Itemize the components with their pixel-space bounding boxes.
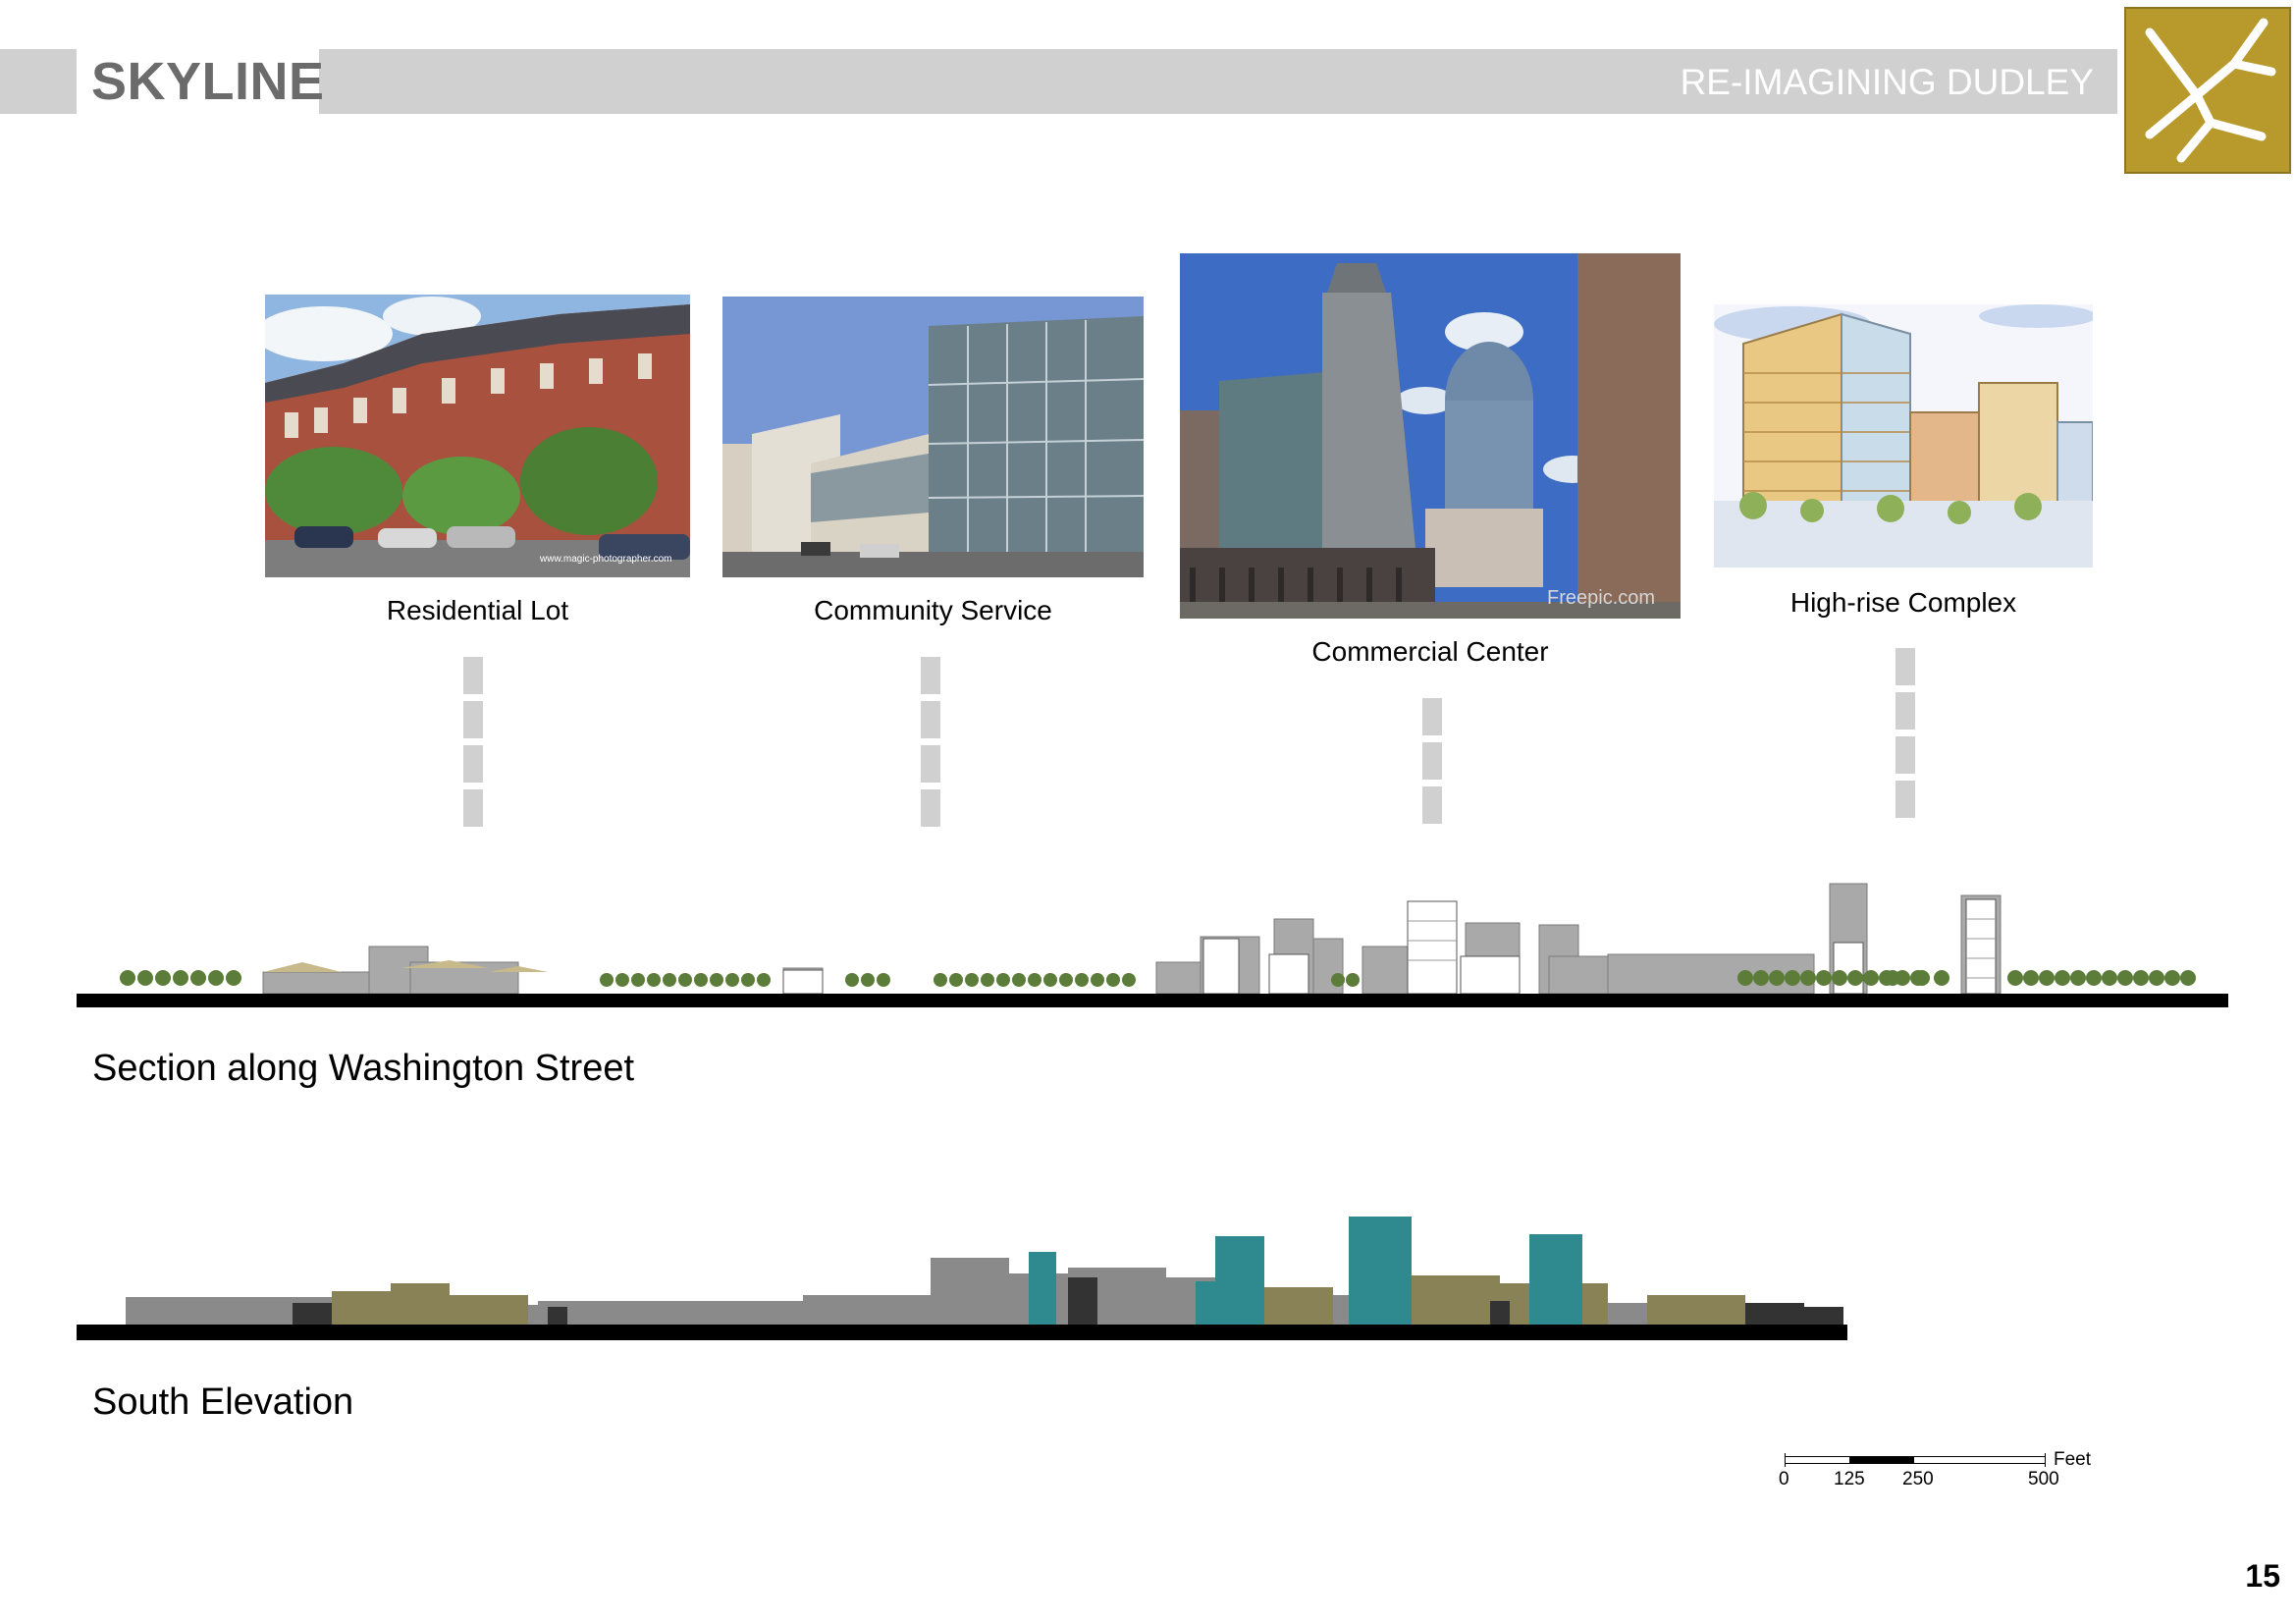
connector-dash [921,657,940,694]
scale-unit: Feet [2054,1449,2092,1470]
photo-caption: Residential Lot [386,595,569,625]
connector-dash [463,789,483,827]
connector-dash [463,701,483,738]
south-elevation-drawing [77,1213,1847,1340]
project-title: RE-IMAGINING DUDLEY [1680,62,2094,102]
scale-tick-label: 125 [1834,1469,1865,1489]
residential-lot-photo: www.magic-photographer.com [265,295,690,577]
scale-bar: Feet 0 125 250 500 [1775,1449,2091,1489]
connector-dash [1422,698,1442,735]
connector-dash [921,701,940,738]
connector-dash [1422,742,1442,780]
dudley-street-map-logo-icon [2124,7,2291,174]
washington-street-section-label: Section along Washington Street [92,1048,635,1089]
photo-caption: High-rise Complex [1789,587,2017,618]
photo-watermark: www.magic-photographer.com [540,554,672,565]
connector-dash [1896,781,1915,818]
washington-street-section-drawing [77,874,2228,1007]
connector-dash [921,789,940,827]
header-band-left [0,49,77,114]
connector-dash [463,657,483,694]
commercial-center-photo: Freepic.com [1180,253,1681,619]
page-title: SKYLINE [91,52,325,111]
connector-dash [1896,736,1915,774]
connector-dash [1422,786,1442,824]
connector-dash [463,745,483,783]
scale-tick-label: 250 [1902,1469,1934,1489]
photo-watermark: Freepic.com [1547,587,1656,609]
photo-caption: Community Service [814,595,1052,625]
scale-tick-label: 0 [1779,1469,1789,1489]
page-number: 15 [2245,1558,2280,1594]
connector-dash [921,745,940,783]
south-elevation-label: South Elevation [92,1381,354,1423]
photo-caption: Commercial Center [1311,636,1549,667]
community-service-photo [722,297,1144,577]
connector-dash [1896,648,1915,685]
high-rise-complex-sketch [1714,304,2093,568]
scale-tick-label: 500 [2028,1469,2059,1489]
connector-dash [1896,692,1915,730]
